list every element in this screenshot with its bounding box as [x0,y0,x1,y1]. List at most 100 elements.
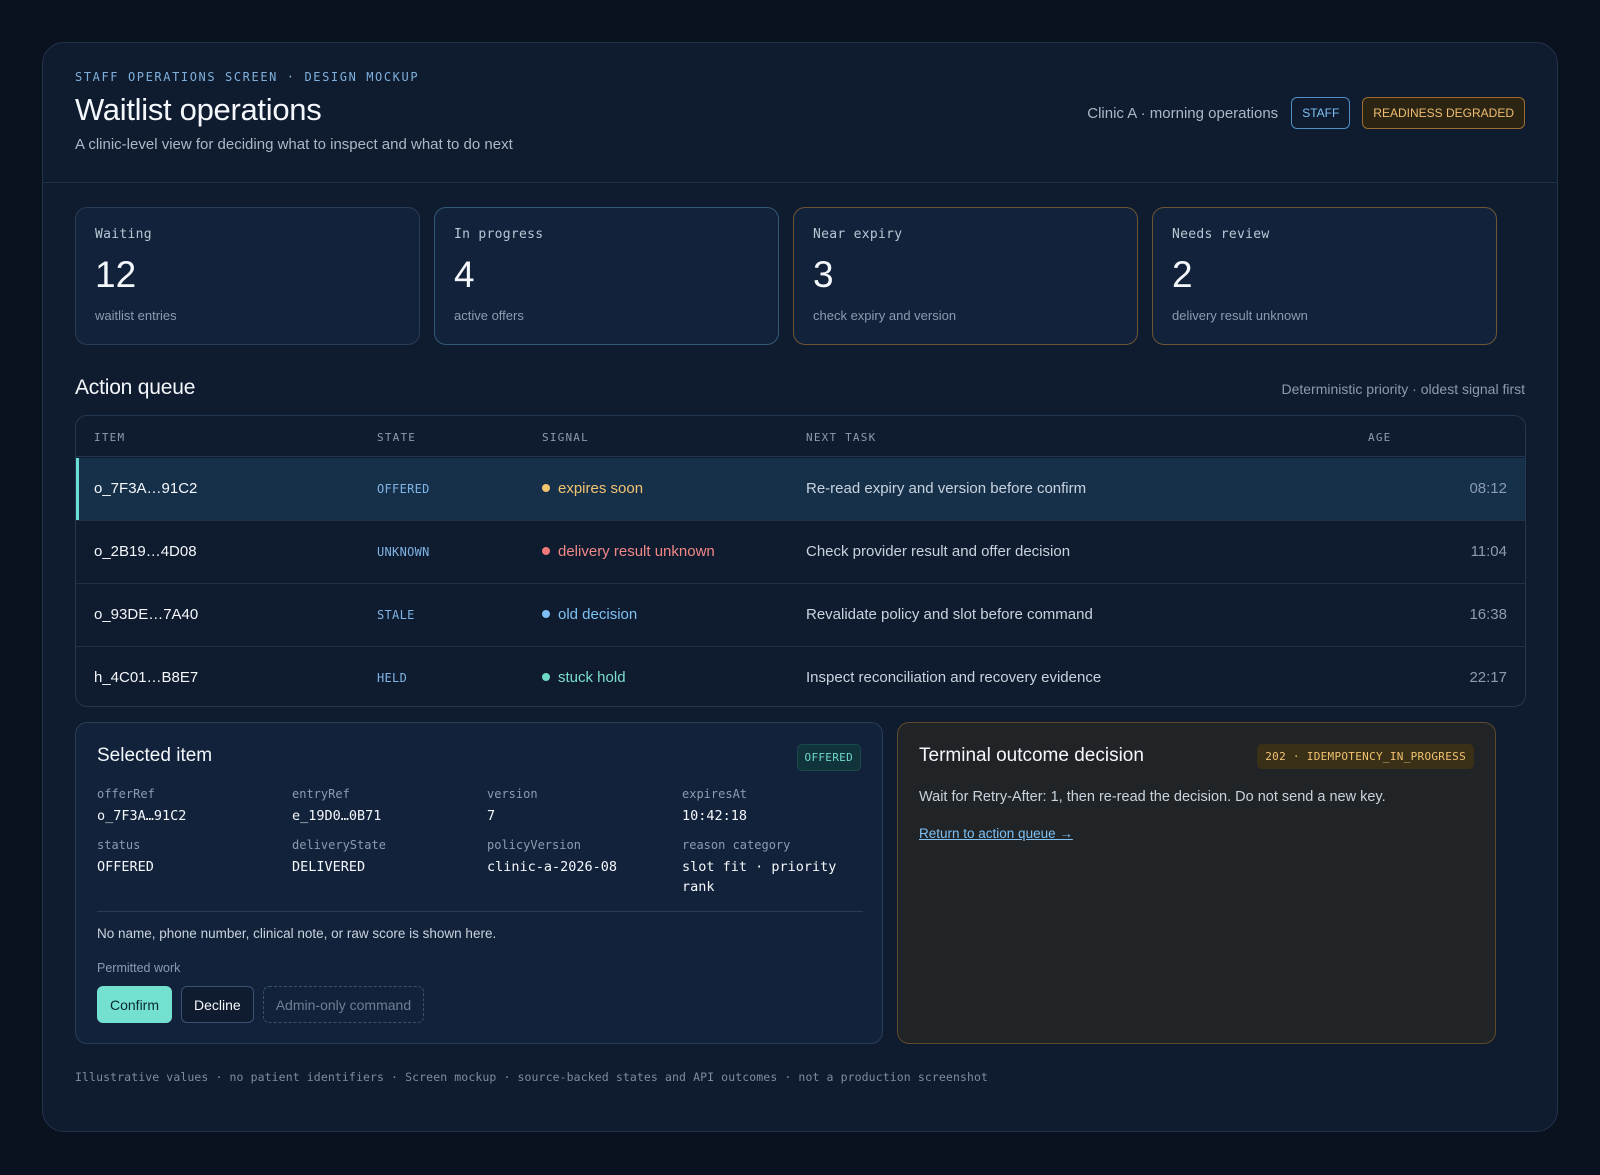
clinic-label: Clinic A · morning operations [1087,104,1279,122]
item-ref: o_93DE…7A40 [94,606,199,623]
table-row[interactable]: o_7F3A…91C2 OFFERED expires soon Re-read… [76,458,1525,521]
role-badge: STAFF [1291,97,1351,129]
action-buttons: Confirm Decline Admin-only command [97,986,425,1023]
field-policy-version: policyVersion clinic-a-2026-08 [487,838,677,877]
signal-text: delivery result unknown [558,543,715,560]
signal: stuck hold [542,669,626,686]
item-ref: o_2B19…4D08 [94,543,197,560]
decline-button[interactable]: Decline [181,986,254,1023]
state-label: OFFERED [377,482,430,496]
table-row[interactable]: o_93DE…7A40 STALE old decision Revalidat… [76,584,1525,647]
stat-note: waitlist entries [95,308,177,323]
field-key: policyVersion [487,838,581,852]
stat-card-needs-review: Needs review 2 delivery result unknown [1152,207,1497,345]
field-reason-category: reason category slot fit · priority rank [682,838,842,897]
field-key: entryRef [292,787,350,801]
field-value: DELIVERED [292,859,366,875]
signal-dot-icon [542,673,550,681]
outcome-message: Wait for Retry-After: 1, then re-read th… [919,789,1386,805]
column-header-signal: SIGNAL [542,431,589,444]
field-key: version [487,787,538,801]
state-label: HELD [377,671,408,685]
selected-item-title: Selected item [97,745,213,766]
operations-card: STAFF OPERATIONS SCREEN · DESIGN MOCKUP … [42,42,1558,1132]
state-label: STALE [377,608,415,622]
divider [97,911,863,912]
signal-text: expires soon [558,480,644,497]
header-context: Clinic A · morning operations STAFF READ… [1087,97,1525,129]
action-queue-note: Deterministic priority · oldest signal f… [1281,381,1525,397]
age: 08:12 [1469,480,1507,497]
stat-value: 12 [95,254,137,295]
field-key: deliveryState [292,838,386,852]
signal-dot-icon [542,547,550,555]
column-header-item: ITEM [94,431,126,444]
next-task: Inspect reconciliation and recovery evid… [806,669,1102,686]
field-value: e_19D0…0B71 [292,808,382,824]
next-task: Re-read expiry and version before confir… [806,480,1087,497]
terminal-outcome-title: Terminal outcome decision [919,745,1144,766]
field-status: status OFFERED [97,838,287,877]
signal-text: stuck hold [558,669,626,686]
signal: old decision [542,606,637,623]
column-header-age: AGE [1368,431,1392,444]
page-subtitle: A clinic-level view for deciding what to… [75,136,513,153]
stat-value: 2 [1172,254,1193,295]
item-ref: h_4C01…B8E7 [94,669,199,686]
signal: expires soon [542,480,643,497]
signal-text: old decision [558,606,638,623]
table-row[interactable]: h_4C01…B8E7 HELD stuck hold Inspect reco… [76,647,1525,706]
admin-only-command-button[interactable]: Admin-only command [262,986,425,1023]
stat-label: Waiting [95,227,152,242]
field-key: offerRef [97,787,155,801]
age: 16:38 [1469,606,1507,623]
next-task: Revalidate policy and slot before comman… [806,606,1093,623]
age: 22:17 [1469,669,1507,686]
stat-label: Near expiry [813,227,903,242]
stat-note: delivery result unknown [1172,308,1308,323]
eyebrow: STAFF OPERATIONS SCREEN · DESIGN MOCKUP [75,70,420,84]
stat-label: In progress [454,227,544,242]
action-queue-table: ITEM STATE SIGNAL NEXT TASK AGE o_7F3A…9… [75,415,1526,707]
field-delivery-state: deliveryState DELIVERED [292,838,482,877]
field-version: version 7 [487,787,677,826]
stat-card-near-expiry: Near expiry 3 check expiry and version [793,207,1138,345]
field-value: clinic-a-2026-08 [487,859,618,875]
action-queue-title: Action queue [75,376,196,399]
stat-note: check expiry and version [813,308,957,323]
selected-item-panel: Selected item OFFERED offerRef o_7F3A…91… [75,722,883,1044]
field-offer-ref: offerRef o_7F3A…91C2 [97,787,287,826]
field-entry-ref: entryRef e_19D0…0B71 [292,787,482,826]
field-key: expiresAt [682,787,748,801]
signal: delivery result unknown [542,543,715,560]
stat-value: 4 [454,254,475,295]
field-value: slot fit · priority rank [682,859,837,895]
status-badge: OFFERED [796,744,861,771]
table-row[interactable]: o_2B19…4D08 UNKNOWN delivery result unkn… [76,521,1525,584]
field-key: reason category [682,838,791,852]
age: 11:04 [1470,543,1507,560]
field-value: OFFERED [97,859,154,875]
privacy-note: No name, phone number, clinical note, or… [97,926,497,941]
return-to-queue-link[interactable]: Return to action queue → [919,826,1073,841]
field-value: o_7F3A…91C2 [97,808,187,824]
signal-dot-icon [542,610,550,618]
column-header-state: STATE [377,431,417,444]
field-key: status [97,838,141,852]
outcome-code-badge: 202 · IDEMPOTENCY_IN_PROGRESS [1257,744,1474,769]
signal-dot-icon [542,484,550,492]
readiness-badge: READINESS DEGRADED [1362,97,1525,129]
column-header-next-task: NEXT TASK [806,431,877,444]
table-header: ITEM STATE SIGNAL NEXT TASK AGE [76,416,1525,457]
stat-card-in-progress: In progress 4 active offers [434,207,779,345]
field-value: 7 [487,808,496,824]
stat-note: active offers [454,308,524,323]
terminal-outcome-panel: Terminal outcome decision 202 · IDEMPOTE… [897,722,1496,1044]
page-title: Waitlist operations [75,92,322,127]
next-task: Check provider result and offer decision [806,543,1071,560]
item-ref: o_7F3A…91C2 [94,480,198,497]
confirm-button[interactable]: Confirm [97,986,173,1023]
stat-value: 3 [813,254,834,295]
state-label: UNKNOWN [377,545,430,559]
stat-label: Needs review [1172,227,1270,242]
